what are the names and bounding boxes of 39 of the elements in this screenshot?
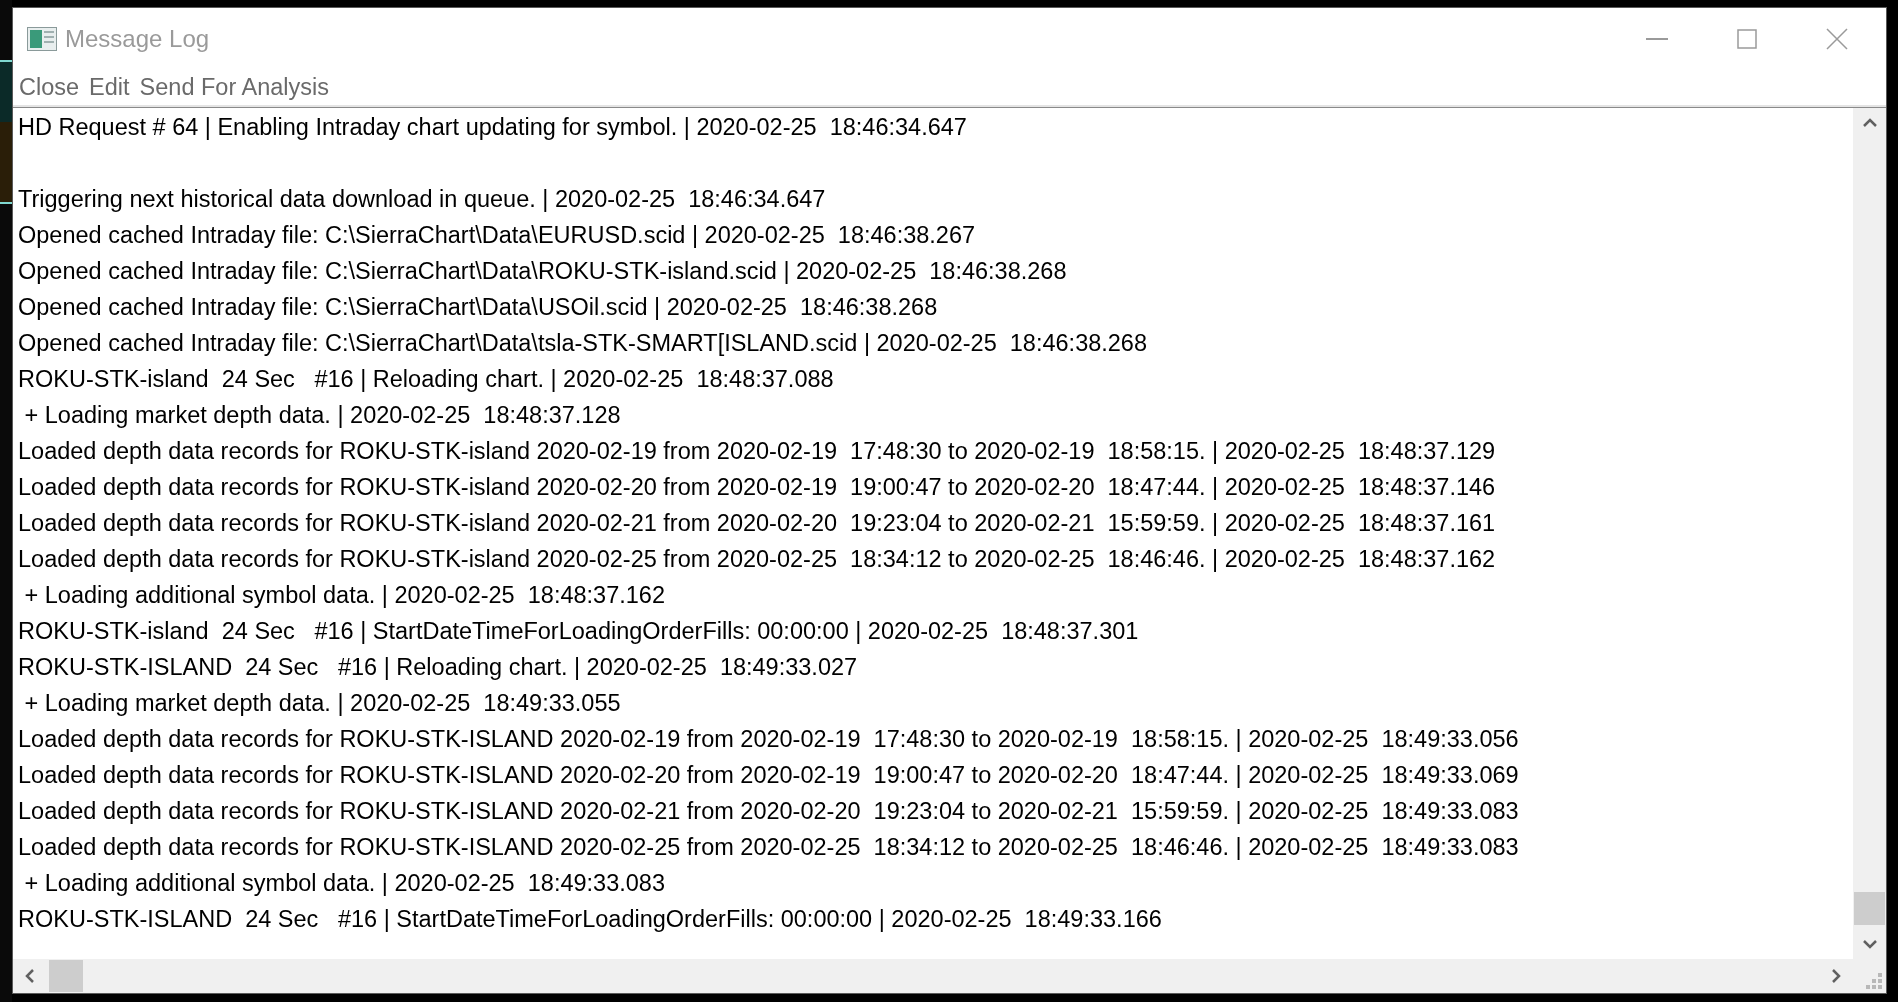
menu-item[interactable]: Edit	[87, 69, 132, 106]
log-line: ROKU-STK-island 24 Sec #16 | Reloading chart. | 2020-02-25 18:48:37.088	[18, 365, 834, 394]
log-line: Triggering next historical data download in queue. | 2020-02-25 18:46:34.647	[18, 185, 826, 214]
log-line: Loaded depth data records for ROKU-STK-ISLAND 2020-02-20 from 2020-02-19 19:00:47 to 2020-02-20 18:47:44. | 2020-02-25 18:49:33.069	[18, 761, 1519, 790]
log-line: ROKU-STK-ISLAND 24 Sec #16 | Reloading chart. | 2020-02-25 18:49:33.027	[18, 653, 858, 682]
log-line: Opened cached Intraday file: C:\SierraChart\Data\EURUSD.scid | 2020-02-25 18:46:38.267	[18, 221, 976, 250]
log-line: + Loading market depth data. | 2020-02-25 18:49:33.055	[23, 689, 621, 718]
minimize-icon	[1646, 37, 1668, 41]
horizontal-scrollbar[interactable]	[13, 959, 1853, 993]
log-line: Loaded depth data records for ROKU-STK-island 2020-02-19 from 2020-02-19 17:48:30 to 2020-02-19 18:58:15. | 2020-02-25 18:48:37.129	[18, 437, 1496, 466]
log-line: ROKU-STK-ISLAND 24 Sec #16 | StartDateTimeForLoadingOrderFills: 00:00:00 | 2020-02-25 18:49:33.166	[18, 905, 1162, 934]
log-line: + Loading market depth data. | 2020-02-25 18:48:37.128	[23, 401, 621, 430]
log-line: Opened cached Intraday file: C:\SierraChart\Data\tsla-STK-SMART[ISLAND.scid | 2020-02-25 18:46:38.268	[18, 329, 1147, 358]
log-line: Loaded depth data records for ROKU-STK-ISLAND 2020-02-19 from 2020-02-19 17:48:30 to 2020-02-19 18:58:15. | 2020-02-25 18:49:33.056	[18, 725, 1519, 754]
log-line: + Loading additional symbol data. | 2020-02-25 18:49:33.083	[23, 869, 665, 898]
close-icon	[1826, 28, 1848, 50]
log-line: + Loading additional symbol data. | 2020-02-25 18:48:37.162	[23, 581, 665, 610]
scroll-left-icon[interactable]	[25, 969, 35, 983]
resize-grip-icon[interactable]	[1865, 972, 1883, 990]
scroll-down-icon[interactable]	[1862, 939, 1877, 949]
log-line: ROKU-STK-island 24 Sec #16 | StartDateTimeForLoadingOrderFills: 00:00:00 | 2020-02-25 18:48:37.301	[18, 617, 1139, 646]
scroll-up-icon[interactable]	[1862, 118, 1877, 128]
log-line: Loaded depth data records for ROKU-STK-island 2020-02-25 from 2020-02-25 18:34:12 to 2020-02-25 18:46:46. | 2020-02-25 18:48:37.162	[18, 545, 1496, 574]
menu-item[interactable]: Send For Analysis	[137, 69, 331, 106]
window-title: Message Log	[65, 24, 210, 54]
scroll-thumb[interactable]	[1854, 892, 1885, 925]
scroll-right-icon[interactable]	[1831, 969, 1841, 983]
app-icon	[27, 27, 57, 51]
log-line: Loaded depth data records for ROKU-STK-island 2020-02-21 from 2020-02-20 19:23:04 to 2020-02-21 15:59:59. | 2020-02-25 18:48:37.161	[18, 509, 1496, 538]
log-line: Opened cached Intraday file: C:\SierraChart\Data\ROKU-STK-island.scid | 2020-02-25 18:46:38.268	[18, 257, 1067, 286]
maximize-icon	[1737, 29, 1757, 49]
log-line: Loaded depth data records for ROKU-STK-island 2020-02-20 from 2020-02-19 19:00:47 to 2020-02-20 18:47:44. | 2020-02-25 18:48:37.146	[18, 473, 1496, 502]
log-line: Loaded depth data records for ROKU-STK-ISLAND 2020-02-21 from 2020-02-20 19:23:04 to 2020-02-21 15:59:59. | 2020-02-25 18:49:33.083	[18, 797, 1519, 826]
scroll-thumb[interactable]	[49, 960, 83, 992]
menu-item[interactable]: Close	[17, 69, 82, 106]
log-line: Loaded depth data records for ROKU-STK-ISLAND 2020-02-25 from 2020-02-25 18:34:12 to 2020-02-25 18:46:46. | 2020-02-25 18:49:33.083	[18, 833, 1519, 862]
log-line: Opened cached Intraday file: C:\SierraChart\Data\USOil.scid | 2020-02-25 18:46:38.268	[18, 293, 938, 322]
log-line: HD Request # 64 | Enabling Intraday chart updating for symbol. | 2020-02-25 18:46:34.647	[18, 113, 967, 142]
vertical-scrollbar[interactable]	[1853, 108, 1886, 959]
